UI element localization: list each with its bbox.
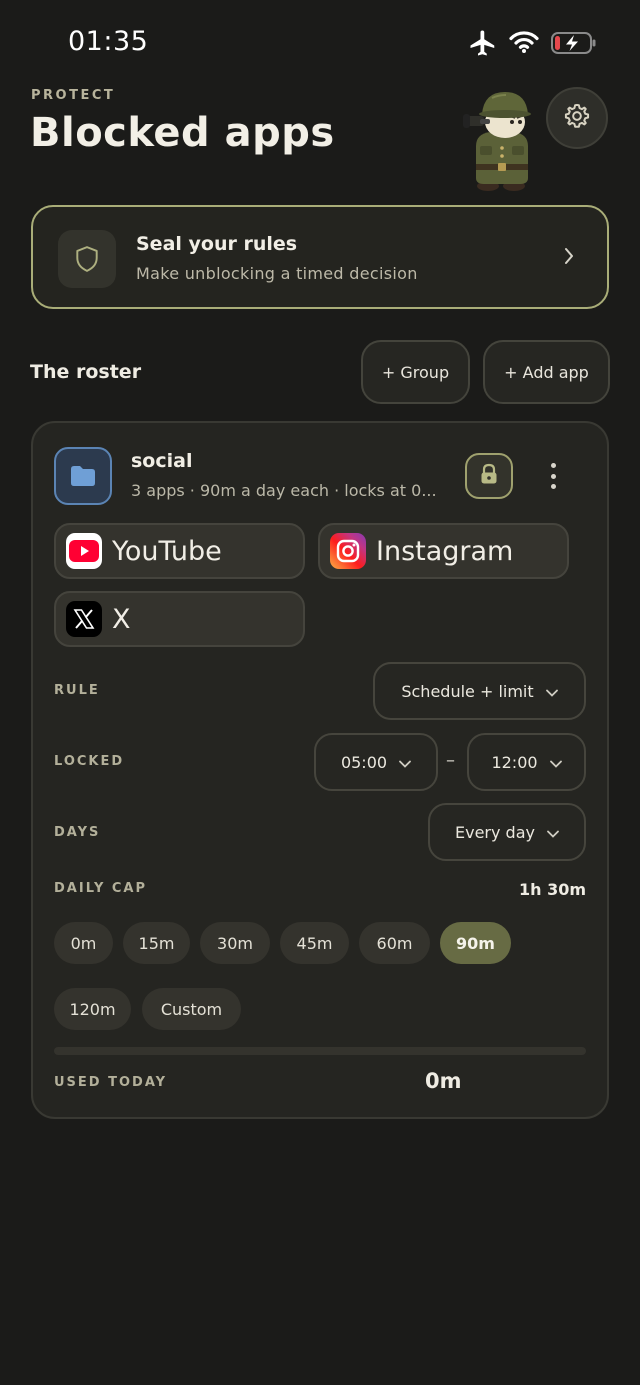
airplane-mode-icon [468, 28, 498, 62]
group-summary: 3 apps · 90m a day each · locks at 0... [131, 481, 437, 500]
chevron-down-icon [399, 753, 411, 772]
cap-option-15m[interactable]: 15m [123, 922, 190, 964]
cap-option-30m[interactable]: 30m [200, 922, 270, 964]
days-select[interactable]: Every day [428, 803, 586, 861]
gear-icon [563, 102, 591, 134]
seal-rules-card[interactable]: Seal your rules Make unblocking a timed … [31, 205, 609, 309]
usage-progress-bar [54, 1047, 586, 1055]
padlock-icon [480, 463, 498, 489]
cap-option-45m[interactable]: 45m [280, 922, 349, 964]
daily-cap-value: 1h 30m [518, 880, 586, 899]
app-chip-label: X [112, 603, 131, 635]
seal-card-title: Seal your rules [136, 233, 298, 255]
wifi-icon [509, 30, 539, 58]
seal-card-subtitle: Make unblocking a timed decision [136, 264, 418, 283]
folder-icon [54, 447, 112, 505]
chevron-right-icon [563, 247, 575, 269]
cap-option-0m[interactable]: 0m [54, 922, 113, 964]
add-group-button[interactable]: + Group [361, 340, 470, 404]
roster-heading: The roster [30, 361, 142, 383]
status-time: 01:35 [68, 26, 149, 57]
cap-option-90m[interactable]: 90m [440, 922, 511, 964]
chevron-down-icon [545, 682, 558, 701]
lock-group-button[interactable] [465, 453, 513, 499]
shield-icon [58, 230, 116, 288]
app-chip-youtube[interactable]: YouTube [54, 523, 305, 579]
x-icon [66, 601, 102, 637]
rule-label: RULE [54, 683, 100, 698]
cap-option-60m[interactable]: 60m [359, 922, 430, 964]
lock-end-select[interactable]: 12:00 [467, 733, 586, 791]
battery-charging-icon [551, 31, 597, 59]
time-range-separator: – [446, 750, 455, 771]
lock-end-value: 12:00 [491, 752, 538, 772]
rule-select[interactable]: Schedule + limit [373, 662, 586, 720]
lock-start-value: 05:00 [340, 752, 388, 772]
cap-option-custom[interactable]: Custom [142, 988, 241, 1030]
locked-label: LOCKED [54, 754, 125, 769]
add-app-button[interactable]: + Add app [483, 340, 610, 404]
settings-button[interactable] [546, 87, 608, 149]
days-label: DAYS [54, 825, 101, 840]
days-select-value: Every day [455, 822, 535, 842]
page-eyebrow: PROTECT [31, 88, 116, 103]
more-options-icon[interactable] [545, 460, 561, 492]
mascot-soldier-illustration [462, 86, 542, 192]
used-today-label: USED TODAY [54, 1075, 168, 1090]
app-chip-instagram[interactable]: Instagram [318, 523, 569, 579]
daily-cap-label: DAILY CAP [54, 881, 148, 896]
chevron-down-icon [549, 753, 562, 772]
lock-start-select[interactable]: 05:00 [314, 733, 438, 791]
app-chip-label: Instagram [376, 535, 514, 567]
cap-option-120m[interactable]: 120m [54, 988, 131, 1030]
group-name: social [131, 450, 193, 472]
rule-select-value: Schedule + limit [401, 681, 534, 701]
chevron-down-icon [547, 823, 559, 842]
app-chip-x[interactable]: X [54, 591, 305, 647]
youtube-icon [66, 533, 102, 569]
instagram-icon [330, 533, 366, 569]
used-today-value: 0m [425, 1069, 462, 1093]
app-chip-label: YouTube [112, 535, 222, 567]
page-title: Blocked apps [30, 110, 335, 156]
